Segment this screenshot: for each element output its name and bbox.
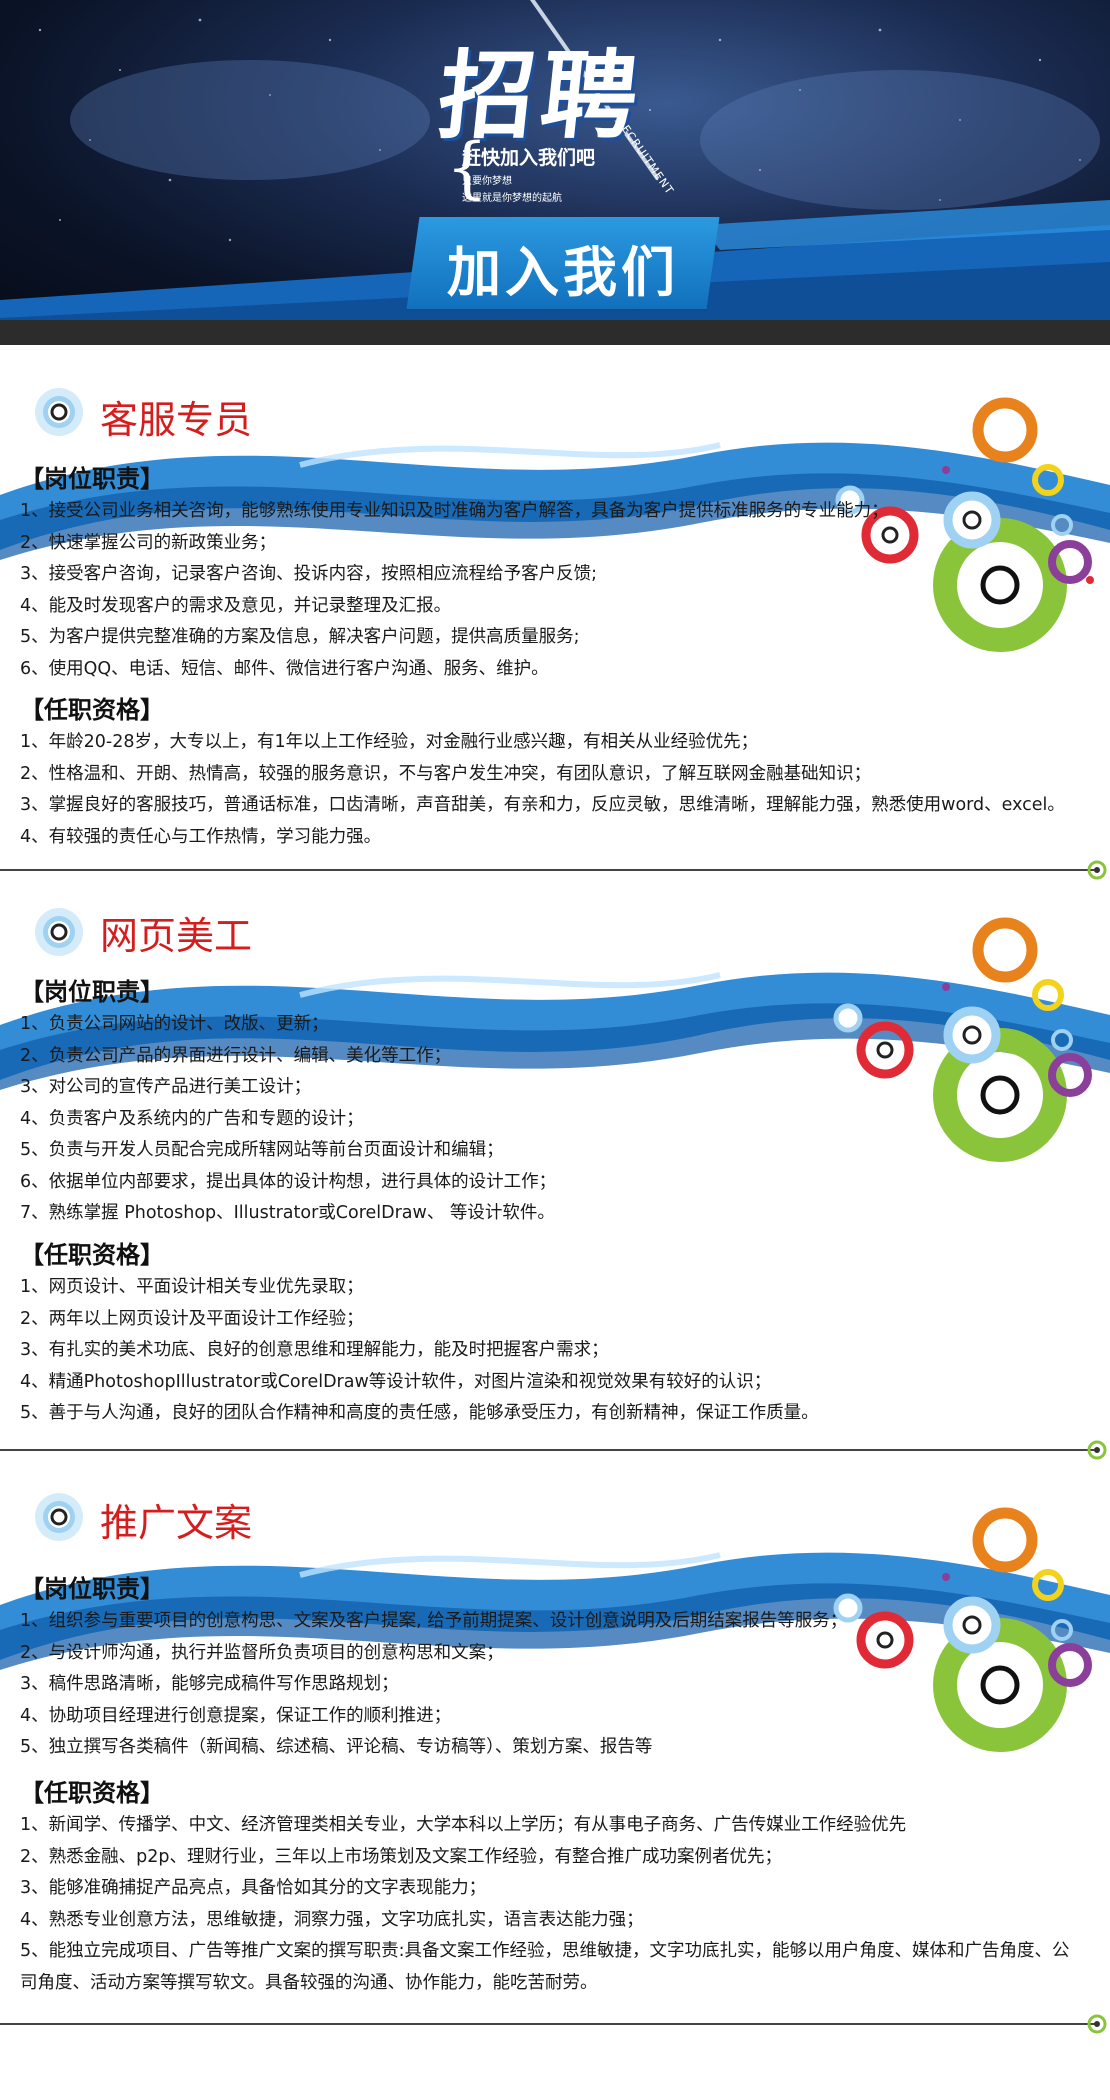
list-item: 5、负责与开发人员配合完成所辖网站等前台页面设计和编辑； bbox=[20, 1140, 504, 1160]
list-item: 3、掌握良好的客服技巧，普通话标准，口齿清晰，声音甜美，有亲和力，反应灵敏，思维… bbox=[20, 795, 1065, 815]
tagline-line2: 只要你梦想 bbox=[462, 176, 512, 187]
list-item: 6、依据单位内部要求，提出具体的设计构想，进行具体的设计工作； bbox=[20, 1171, 557, 1192]
list-item: 5、善于与人沟通，良好的团队合作精神和高度的责任感，能够承受压力，有创新精神，保… bbox=[20, 1403, 819, 1423]
target-icon bbox=[35, 908, 83, 956]
tagline-line3: 这里就是你梦想的起航 bbox=[462, 193, 562, 204]
list-item: 3、有扎实的美术功底、良好的创意思维和理解能力，能及时把握客户需求； bbox=[20, 1340, 609, 1360]
list-item: 1、接受公司业务相关咨询，能够熟练使用专业知识及时准确为客户解答，具备为客户提供… bbox=[20, 501, 889, 521]
list-item: 5、为客户提供完整准确的方案及信息，解决客户问题，提供高质量服务; bbox=[20, 627, 580, 647]
list-item: 6、使用QQ、电话、短信、邮件、微信进行客户沟通、服务、维护。 bbox=[20, 658, 549, 679]
requirements-list: 1、年龄20-28岁，大专以上，有1年以上工作经验，对金融行业感兴趣，有相关从业… bbox=[20, 727, 1065, 853]
duties-heading: 【岗位职责】 bbox=[20, 1575, 164, 1603]
duties-list: 1、负责公司网站的设计、改版、更新； 2、负责公司产品的界面进行设计、编辑、美化… bbox=[20, 1009, 556, 1230]
list-item: 4、负责客户及系统内的广告和专题的设计； bbox=[20, 1108, 364, 1129]
list-item: 5、能独立完成项目、广告等推广文案的撰写职责:具备文案工作经验，思维敏捷，文字功… bbox=[20, 1941, 1070, 1993]
join-us-button-label[interactable]: 加入我们 bbox=[413, 228, 713, 307]
list-item: 2、与设计师沟通，执行并监督所负责项目的创意构思和文案； bbox=[20, 1642, 504, 1663]
list-item: 1、组织参与重要项目的创意构思、文案及客户提案, 给予前期提案、设计创意说明及后… bbox=[20, 1611, 848, 1631]
divider-end-icon bbox=[1087, 2014, 1107, 2034]
list-item: 4、协助项目经理进行创意提案，保证工作的顺利推进； bbox=[20, 1705, 452, 1726]
list-item: 4、熟悉专业创意方法，思维敏捷，洞察力强，文字功底扎实，语言表达能力强； bbox=[20, 1909, 644, 1930]
list-item: 4、精通PhotoshopIllustrator或CorelDraw等设计软件，… bbox=[20, 1371, 772, 1392]
duties-heading: 【岗位职责】 bbox=[20, 978, 164, 1006]
list-item: 4、能及时发现客户的需求及意见，并记录整理及汇报。 bbox=[20, 595, 452, 616]
duties-list: 1、组织参与重要项目的创意构思、文案及客户提案, 给予前期提案、设计创意说明及后… bbox=[20, 1606, 847, 1764]
section-title: 推广文案 bbox=[100, 1501, 253, 1545]
requirements-heading: 【任职资格】 bbox=[20, 696, 164, 724]
list-item: 2、性格温和、开朗、热情高，较强的服务意识，不与客户发生冲突，有团队意识，了解互… bbox=[20, 763, 872, 784]
requirements-list: 1、网页设计、平面设计相关专业优先录取； 2、两年以上网页设计及平面设计工作经验… bbox=[20, 1272, 819, 1430]
list-item: 7、熟练掌握 Photoshop、Illustrator或CorelDraw、 … bbox=[20, 1203, 555, 1223]
list-item: 1、负责公司网站的设计、改版、更新； bbox=[20, 1014, 329, 1034]
list-item: 2、熟悉金融、p2p、理财行业，三年以上市场策划及文案工作经验，有整合推广成功案… bbox=[20, 1846, 782, 1867]
list-item: 3、能够准确捕捉产品亮点，具备恰如其分的文字表现能力； bbox=[20, 1878, 487, 1898]
list-item: 2、两年以上网页设计及平面设计工作经验； bbox=[20, 1308, 364, 1329]
section-title: 客服专员 bbox=[100, 398, 253, 442]
job-section-copywriter: 推广文案 【岗位职责】 1、组织参与重要项目的创意构思、文案及客户提案, 给予前… bbox=[0, 1455, 1110, 2095]
list-item: 4、有较强的责任心与工作热情，学习能力强。 bbox=[20, 826, 382, 847]
list-item: 2、负责公司产品的界面进行设计、编辑、美化等工作； bbox=[20, 1045, 452, 1066]
list-item: 3、稿件思路清晰，能够完成稿件写作思路规划； bbox=[20, 1674, 399, 1694]
section-divider bbox=[0, 1449, 1098, 1451]
job-section-customer-service: 客服专员 【岗位职责】 1、接受公司业务相关咨询，能够熟练使用专业知识及时准确为… bbox=[0, 345, 1110, 880]
list-item: 1、新闻学、传播学、中文、经济管理类相关专业，大学本科以上学历；有从事电子商务、… bbox=[20, 1815, 907, 1835]
section-title: 网页美工 bbox=[100, 914, 253, 958]
requirements-heading: 【任职资格】 bbox=[20, 1779, 164, 1807]
list-item: 3、对公司的宣传产品进行美工设计； bbox=[20, 1077, 312, 1097]
target-icon bbox=[35, 388, 83, 436]
header-banner: 招聘 RECRUITMENT { 赶快加入我们吧 只要你梦想 这里就是你梦想的起… bbox=[0, 0, 1110, 345]
list-item: 1、年龄20-28岁，大专以上，有1年以上工作经验，对金融行业感兴趣，有相关从业… bbox=[20, 732, 759, 752]
job-section-web-designer: 网页美工 【岗位职责】 1、负责公司网站的设计、改版、更新； 2、负责公司产品的… bbox=[0, 875, 1110, 1460]
requirements-heading: 【任职资格】 bbox=[20, 1241, 164, 1269]
requirements-list: 1、新闻学、传播学、中文、经济管理类相关专业，大学本科以上学历；有从事电子商务、… bbox=[20, 1810, 1080, 1999]
list-item: 1、网页设计、平面设计相关专业优先录取； bbox=[20, 1277, 364, 1297]
target-icon bbox=[35, 1493, 83, 1541]
banner-bottom-strip bbox=[0, 320, 1110, 345]
duties-heading: 【岗位职责】 bbox=[20, 465, 164, 493]
section-divider bbox=[0, 869, 1098, 871]
list-item: 3、接受客户咨询，记录客户咨询、投诉内容，按照相应流程给予客户反馈; bbox=[20, 564, 598, 584]
list-item: 2、快速掌握公司的新政策业务； bbox=[20, 532, 277, 553]
duties-list: 1、接受公司业务相关咨询，能够熟练使用专业知识及时准确为客户解答，具备为客户提供… bbox=[20, 496, 889, 685]
tagline: 赶快加入我们吧 bbox=[462, 147, 596, 169]
list-item: 5、独立撰写各类稿件（新闻稿、综述稿、评论稿、专访稿等）、策划方案、报告等 bbox=[20, 1737, 653, 1757]
section-divider bbox=[0, 2023, 1098, 2025]
